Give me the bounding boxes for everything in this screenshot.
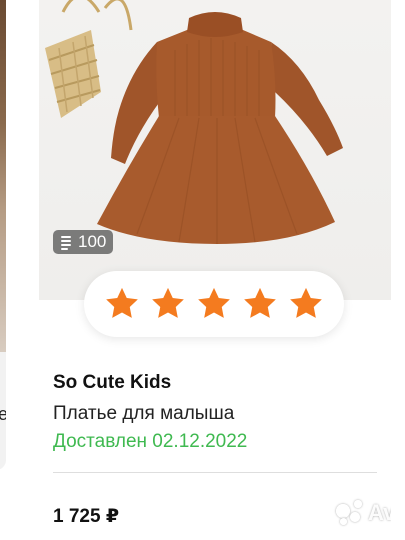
avito-wordmark: Avito [368, 500, 391, 525]
dress-image [45, 0, 343, 244]
star-icon[interactable] [241, 285, 279, 323]
product-card[interactable]: 100 So Cute Kids Платье для малыша Доста… [39, 0, 391, 540]
divider [53, 472, 377, 473]
product-photo[interactable] [39, 0, 391, 300]
avito-logo: Avito [336, 500, 391, 526]
right-gutter [398, 0, 405, 540]
previous-card-text: е. [0, 404, 6, 424]
star-icon[interactable] [103, 285, 141, 323]
views-count: 100 [78, 232, 107, 251]
seller-name[interactable]: So Cute Kids [53, 372, 171, 394]
previous-card[interactable]: е. [0, 0, 6, 470]
document-icon [60, 235, 72, 250]
price: 1 725 ₽ [53, 506, 120, 527]
product-title[interactable]: Платье для малыша [53, 403, 234, 425]
star-icon[interactable] [195, 285, 233, 323]
previous-card-photo [0, 0, 6, 352]
avito-dots-icon [336, 500, 366, 526]
delivery-status: Доставлен 02.12.2022 [53, 431, 248, 452]
star-icon[interactable] [287, 285, 325, 323]
rating-stars[interactable] [84, 271, 344, 337]
star-icon[interactable] [149, 285, 187, 323]
views-badge: 100 [53, 230, 114, 254]
